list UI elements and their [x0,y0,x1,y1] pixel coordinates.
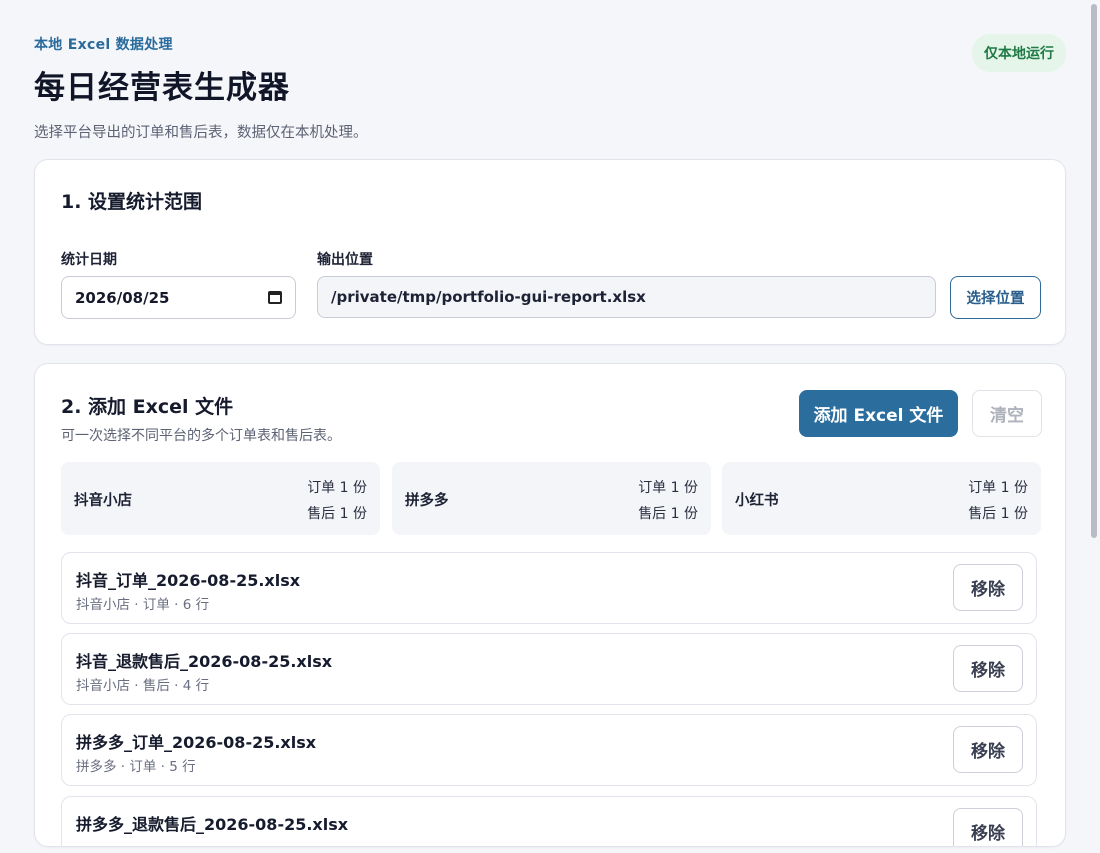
file-name: 抖音_退款售后_2026-08-25.xlsx [76,652,333,671]
range-card-heading: 1. 设置统计范围 [61,191,203,213]
file-row: 拼多多_退款售后_2026-08-25.xlsx 移除 [61,796,1037,846]
add-files-card: 2. 添加 Excel 文件 可一次选择不同平台的多个订单表和售后表。 添加 E… [34,363,1066,847]
output-label: 输出位置 [317,252,373,268]
output-path-value: /private/tmp/portfolio-gui-report.xlsx [331,288,646,306]
range-settings-card: 1. 设置统计范围 统计日期 输出位置 2026/08/25 /private/… [34,159,1066,345]
platform-aftersale-count: 售后 1 份 [307,506,367,522]
platform-name: 拼多多 [405,493,449,509]
app-window: 本地 Excel 数据处理 每日经营表生成器 选择平台导出的订单和售后表，数据仅… [0,0,1100,853]
page-subtitle: 选择平台导出的订单和售后表，数据仅在本机处理。 [34,125,368,141]
date-label: 统计日期 [61,252,117,268]
eyebrow-label: 本地 Excel 数据处理 [34,37,173,53]
calendar-icon[interactable] [268,291,282,304]
platform-tile-xiaohongshu: 小红书 订单 1 份 售后 1 份 [722,462,1041,535]
platform-name: 小红书 [735,493,779,509]
platform-aftersale-count: 售后 1 份 [638,506,698,522]
clear-button[interactable]: 清空 [972,390,1042,437]
platform-order-count: 订单 1 份 [638,480,698,496]
file-name: 拼多多_退款售后_2026-08-25.xlsx [76,815,349,834]
remove-file-button[interactable]: 移除 [953,645,1023,692]
page-header: 本地 Excel 数据处理 每日经营表生成器 选择平台导出的订单和售后表，数据仅… [34,34,1066,142]
choose-location-button[interactable]: 选择位置 [950,276,1041,319]
remove-file-button[interactable]: 移除 [953,726,1023,773]
local-only-badge: 仅本地运行 [972,34,1066,72]
files-card-description: 可一次选择不同平台的多个订单表和售后表。 [61,428,341,444]
date-value: 2026/08/25 [75,288,170,307]
platform-tile-douyin: 抖音小店 订单 1 份 售后 1 份 [61,462,380,535]
file-name: 抖音_订单_2026-08-25.xlsx [76,571,301,590]
remove-file-button[interactable]: 移除 [953,808,1023,846]
scrollbar-track[interactable] [1088,0,1100,853]
page-title: 每日经营表生成器 [34,70,290,106]
date-input[interactable]: 2026/08/25 [61,276,296,319]
file-meta: 抖音小店 · 售后 · 4 行 [76,678,210,694]
platform-tile-pinduoduo: 拼多多 订单 1 份 售后 1 份 [392,462,711,535]
scrollbar-thumb[interactable] [1091,4,1097,538]
remove-file-button[interactable]: 移除 [953,564,1023,611]
file-row: 抖音_订单_2026-08-25.xlsx 抖音小店 · 订单 · 6 行 移除 [61,552,1037,624]
file-name: 拼多多_订单_2026-08-25.xlsx [76,733,317,752]
add-excel-button[interactable]: 添加 Excel 文件 [799,390,958,437]
platform-name: 抖音小店 [74,493,132,509]
files-card-heading: 2. 添加 Excel 文件 [61,396,234,418]
file-meta: 抖音小店 · 订单 · 6 行 [76,597,210,613]
platform-order-count: 订单 1 份 [307,480,367,496]
output-path-field[interactable]: /private/tmp/portfolio-gui-report.xlsx [317,276,936,318]
file-meta: 拼多多 · 订单 · 5 行 [76,759,196,775]
file-row: 抖音_退款售后_2026-08-25.xlsx 抖音小店 · 售后 · 4 行 … [61,633,1037,705]
platform-order-count: 订单 1 份 [968,480,1028,496]
platform-aftersale-count: 售后 1 份 [968,506,1028,522]
file-row: 拼多多_订单_2026-08-25.xlsx 拼多多 · 订单 · 5 行 移除 [61,714,1037,786]
